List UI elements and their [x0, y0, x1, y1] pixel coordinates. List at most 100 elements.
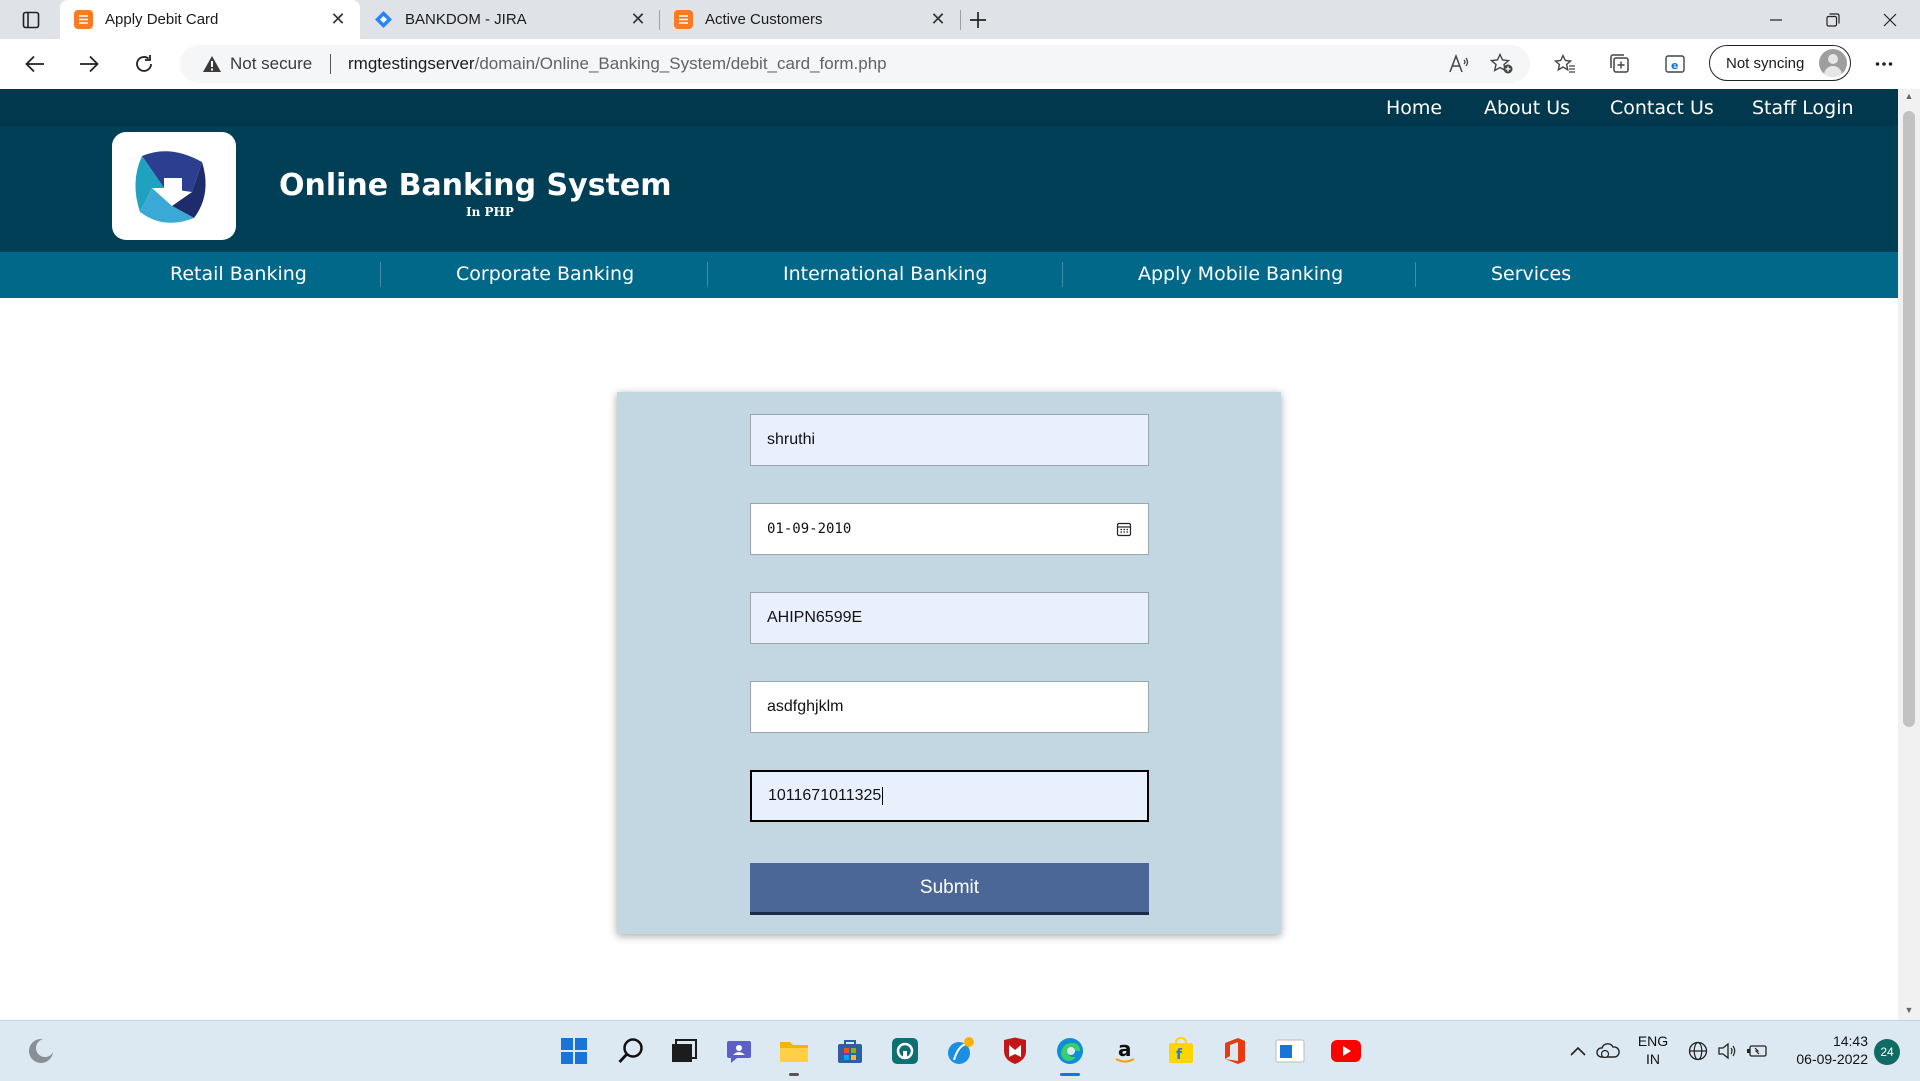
active-app-indicator — [1060, 1073, 1080, 1076]
nav-retail-banking[interactable]: Retail Banking — [170, 263, 307, 285]
dob-field-value: 01-09-2010 — [767, 521, 852, 537]
main-navigation: Retail Banking Corporate Banking Interna… — [0, 252, 1898, 298]
search-icon — [618, 1038, 643, 1063]
nav-separator — [707, 262, 708, 287]
office-button[interactable] — [1218, 1034, 1252, 1068]
star-plus-icon — [1490, 53, 1513, 74]
nav-home-link[interactable]: Home — [1386, 97, 1442, 119]
account-number-field[interactable]: 1011671011325 — [750, 770, 1149, 822]
forward-button[interactable] — [71, 47, 107, 81]
url-host: rmgtestingserver — [348, 54, 475, 73]
screen-app-button[interactable] — [1273, 1034, 1307, 1068]
favorites-button[interactable] — [1549, 48, 1581, 80]
calendar-icon[interactable] — [1116, 521, 1132, 537]
forward-arrow-icon — [80, 55, 99, 73]
task-view-icon — [672, 1039, 697, 1062]
windows-icon — [561, 1038, 587, 1064]
nav-staff-login-link[interactable]: Staff Login — [1752, 97, 1854, 119]
feather-cloud-icon — [948, 1037, 974, 1064]
submit-button[interactable]: Submit — [750, 863, 1149, 915]
onedrive-notes-button[interactable] — [944, 1034, 978, 1068]
text-field[interactable]: asdfghjklm — [750, 681, 1149, 733]
dob-field[interactable]: 01-09-2010 — [750, 503, 1149, 555]
not-secure-label: Not secure — [230, 54, 313, 73]
task-view-button[interactable] — [666, 1034, 700, 1068]
mcafee-button[interactable] — [998, 1034, 1032, 1068]
chevron-up-icon — [1570, 1046, 1586, 1056]
tab-actions-button[interactable] — [15, 7, 46, 32]
collections-icon — [1610, 54, 1629, 73]
close-window-button[interactable] — [1862, 0, 1918, 39]
account-number-value: 1011671011325 — [768, 787, 882, 804]
new-tab-button[interactable] — [962, 5, 994, 35]
read-aloud-button[interactable] — [1443, 48, 1475, 80]
minimize-icon — [1770, 18, 1782, 21]
back-button[interactable] — [17, 47, 53, 81]
windows-taskbar: a f ENG IN 14:43 06-09-2022 24 — [0, 1020, 1920, 1081]
profile-button[interactable]: Not syncing — [1709, 45, 1851, 81]
store-icon — [838, 1040, 862, 1063]
tab-apply-debit-card[interactable]: Apply Debit Card ✕ — [60, 0, 360, 39]
file-explorer-button[interactable] — [777, 1034, 811, 1076]
settings-more-button[interactable] — [1868, 48, 1900, 80]
xampp-icon — [674, 10, 693, 29]
address-bar[interactable]: Not secure rmgtestingserver/domain/Onlin… — [180, 45, 1530, 83]
refresh-icon — [136, 55, 152, 72]
remote-app-button[interactable] — [888, 1034, 922, 1068]
clock[interactable]: 14:43 06-09-2022 — [1776, 1032, 1868, 1068]
weather-widget-button[interactable] — [24, 1034, 58, 1068]
teams-chat-button[interactable] — [722, 1034, 756, 1068]
tab-bankdom-jira[interactable]: BANKDOM - JIRA ✕ — [360, 0, 660, 39]
site-security-indicator[interactable]: Not secure — [202, 54, 312, 74]
read-aloud-icon — [1449, 54, 1469, 73]
show-hidden-icons-button[interactable] — [1563, 1034, 1593, 1068]
battery-button[interactable] — [1743, 1034, 1771, 1068]
input-language-indicator[interactable]: ENG IN — [1633, 1032, 1673, 1068]
page-viewport: Home About Us Contact Us Staff Login Onl… — [0, 89, 1898, 1020]
ie-mode-button[interactable]: e — [1659, 48, 1691, 80]
pan-field[interactable]: AHIPN6599E — [750, 592, 1149, 644]
warning-icon — [203, 56, 221, 72]
tab-title: Apply Debit Card — [105, 11, 219, 28]
restore-button[interactable] — [1805, 0, 1861, 39]
scrollbar-thumb[interactable] — [1903, 111, 1915, 727]
minimize-button[interactable] — [1748, 0, 1804, 39]
edge-browser-button[interactable] — [1053, 1034, 1087, 1076]
cloud-sync-icon — [1596, 1043, 1620, 1059]
nav-apply-mobile-banking[interactable]: Apply Mobile Banking — [1138, 263, 1343, 285]
close-tab-icon[interactable]: ✕ — [924, 9, 952, 30]
nav-contact-us-link[interactable]: Contact Us — [1610, 97, 1714, 119]
start-button[interactable] — [557, 1034, 591, 1068]
close-tab-icon[interactable]: ✕ — [624, 9, 652, 30]
site-logo[interactable] — [112, 132, 236, 240]
name-field[interactable]: shruthi — [750, 414, 1149, 466]
network-button[interactable] — [1684, 1034, 1712, 1068]
battery-icon — [1747, 1045, 1767, 1057]
notification-count-badge[interactable]: 24 — [1874, 1039, 1900, 1065]
chat-icon — [727, 1041, 751, 1063]
nav-about-us-link[interactable]: About Us — [1484, 97, 1570, 119]
onedrive-tray-button[interactable] — [1593, 1034, 1623, 1068]
collections-button[interactable] — [1604, 48, 1636, 80]
scroll-up-arrow-icon[interactable]: ▲ — [1903, 91, 1915, 101]
search-button[interactable] — [614, 1034, 648, 1068]
close-tab-icon[interactable]: ✕ — [324, 9, 352, 30]
amazon-button[interactable]: a — [1108, 1034, 1142, 1068]
nav-international-banking[interactable]: International Banking — [783, 263, 987, 285]
nav-services[interactable]: Services — [1491, 263, 1571, 285]
youtube-button[interactable] — [1329, 1034, 1363, 1068]
scroll-down-arrow-icon[interactable]: ▼ — [1903, 1005, 1915, 1015]
add-favorite-button[interactable] — [1486, 48, 1518, 80]
nav-corporate-banking[interactable]: Corporate Banking — [456, 263, 634, 285]
nav-separator — [1415, 262, 1416, 287]
microsoft-store-button[interactable] — [833, 1034, 867, 1068]
youtube-icon — [1331, 1040, 1361, 1062]
tab-active-customers[interactable]: Active Customers ✕ — [660, 0, 960, 39]
flipkart-button[interactable]: f — [1164, 1034, 1198, 1068]
mcafee-shield-icon — [1004, 1037, 1026, 1064]
pan-field-value: AHIPN6599E — [767, 609, 863, 626]
tab-title: BANKDOM - JIRA — [405, 11, 527, 28]
name-field-value: shruthi — [767, 431, 816, 448]
volume-button[interactable] — [1713, 1034, 1741, 1068]
refresh-button[interactable] — [126, 47, 162, 81]
